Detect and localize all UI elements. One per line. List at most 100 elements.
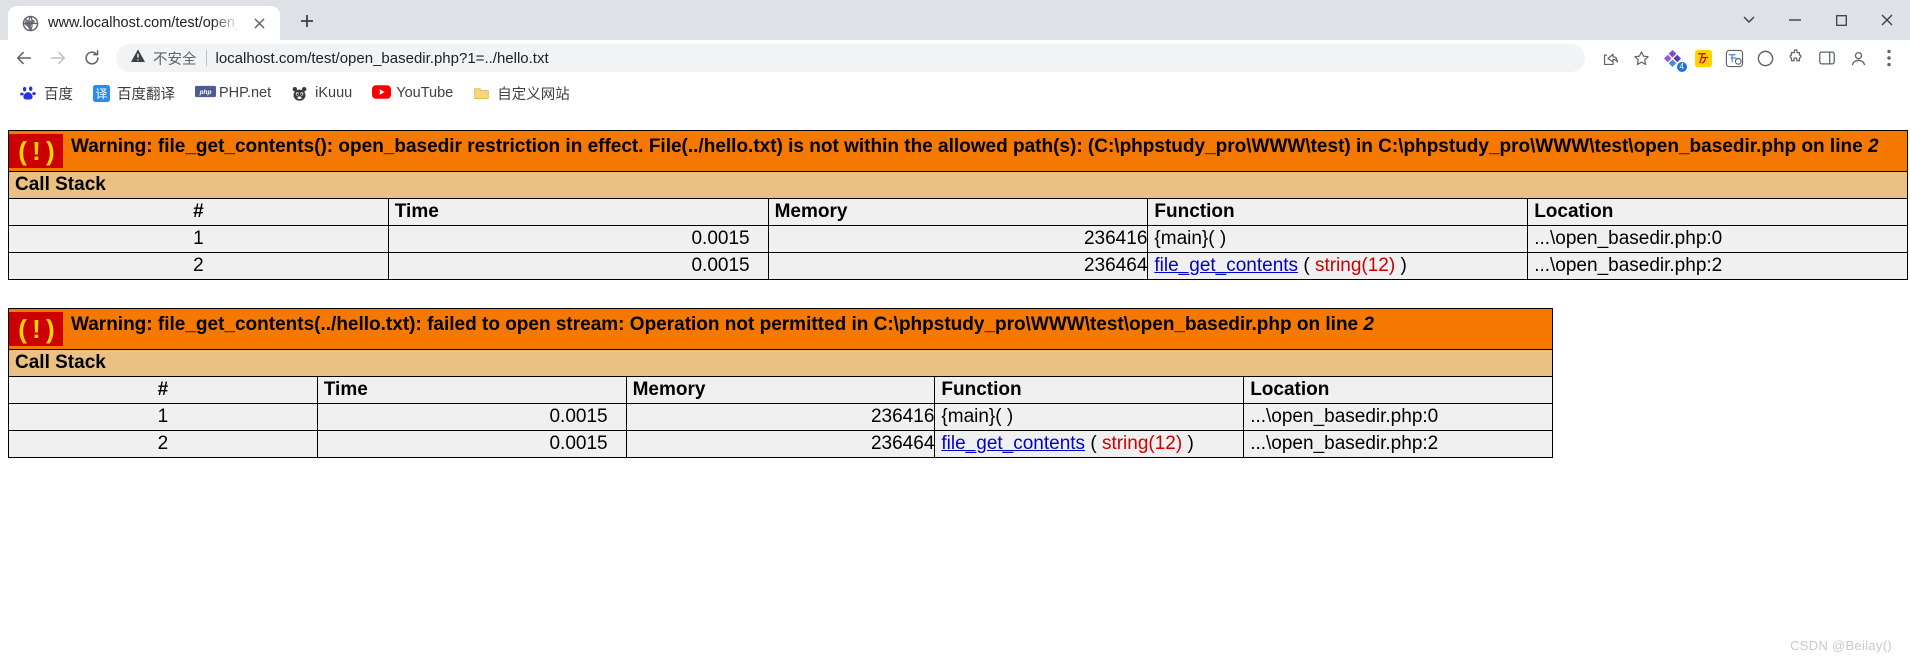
error-message-text: Warning: file_get_contents(): open_based… <box>71 136 1868 157</box>
row-function: {main}( ) <box>1147 225 1529 253</box>
error-line-number: 2 <box>1867 136 1879 157</box>
translate-extension-icon[interactable] <box>1719 43 1749 73</box>
navigation-toolbar: 不安全 localhost.com/test/open_basedir.php?… <box>0 40 1910 76</box>
row-num: 1 <box>8 403 318 431</box>
folder-icon <box>473 85 490 102</box>
row-memory: 236464 <box>767 252 1149 280</box>
error-header-row: ( ! ) Warning: file_get_contents(): open… <box>8 130 1908 172</box>
callstack-title: Call Stack <box>8 349 1553 377</box>
bookmark-item-baidu-fanyi[interactable]: 译 百度翻译 <box>85 79 183 108</box>
col-header-function: Function <box>934 376 1245 404</box>
row-location: ...\open_basedir.php:2 <box>1243 430 1553 458</box>
bookmark-label: PHP.net <box>219 85 272 101</box>
callstack-title-row: Call Stack <box>8 171 1908 199</box>
side-panel-icon[interactable] <box>1812 43 1842 73</box>
back-icon[interactable] <box>8 42 40 74</box>
row-time: 0.0015 <box>316 403 627 431</box>
row-num: 2 <box>8 252 389 280</box>
table-row: 1 0.0015 236416 {main}( ) ...\open_based… <box>8 403 1553 431</box>
minimize-button[interactable] <box>1772 0 1818 40</box>
maximize-button[interactable] <box>1818 0 1864 40</box>
table-row: 1 0.0015 236416 {main}( ) ...\open_based… <box>8 225 1908 253</box>
new-tab-button[interactable] <box>290 4 324 38</box>
row-function: {main}( ) <box>934 403 1245 431</box>
function-arg: string(12) <box>1314 255 1396 276</box>
php-icon: php <box>195 85 216 102</box>
bookmark-star-icon[interactable] <box>1626 43 1656 73</box>
row-location: ...\open_basedir.php:0 <box>1243 403 1553 431</box>
table-row: 2 0.0015 236464 file_get_contents ( stri… <box>8 430 1553 458</box>
error-header-row: ( ! ) Warning: file_get_contents(../hell… <box>8 308 1553 350</box>
extension-colorful-icon[interactable]: 4 <box>1657 43 1687 73</box>
extension-yellow-icon[interactable] <box>1688 43 1718 73</box>
browser-menu-icon[interactable] <box>1874 43 1904 73</box>
bookmark-label: YouTube <box>396 85 454 101</box>
not-secure-label: 不安全 <box>153 51 197 68</box>
chevron-down-icon[interactable] <box>1726 0 1772 40</box>
function-paren-open: ( <box>1085 433 1102 454</box>
table-row: 2 0.0015 236464 file_get_contents ( stri… <box>8 252 1908 280</box>
error-message: Warning: file_get_contents(): open_based… <box>71 134 1885 159</box>
bookmark-label: 百度翻译 <box>117 86 175 103</box>
row-memory: 236416 <box>625 403 936 431</box>
row-num: 1 <box>8 225 389 253</box>
window-controls <box>1726 0 1910 40</box>
row-function: file_get_contents ( string(12) ) <box>1147 252 1529 280</box>
profile-icon[interactable] <box>1843 43 1873 73</box>
function-arg: string(12) <box>1101 433 1183 454</box>
function-paren-close: ) <box>1395 255 1407 276</box>
function-link[interactable]: file_get_contents <box>941 433 1085 454</box>
bookmarks-bar: 百度 译 百度翻译 php PHP.net iKuuu YouTube 自定义网… <box>0 76 1910 110</box>
watermark: CSDN @Beilay() <box>1790 638 1892 653</box>
error-message: Warning: file_get_contents(../hello.txt)… <box>71 312 1380 337</box>
bookmark-item-baidu[interactable]: 百度 <box>12 79 81 108</box>
bookmark-folder-custom-sites[interactable]: 自定义网站 <box>465 79 578 108</box>
close-window-button[interactable] <box>1864 0 1910 40</box>
close-icon[interactable] <box>248 12 270 34</box>
svg-text:php: php <box>199 88 212 95</box>
reload-icon[interactable] <box>76 42 108 74</box>
col-header-location: Location <box>1243 376 1553 404</box>
bookmark-label: iKuuu <box>315 85 353 101</box>
error-line-number: 2 <box>1363 314 1374 335</box>
bookmark-item-php-net[interactable]: php PHP.net <box>187 81 279 106</box>
url-text: localhost.com/test/open_basedir.php?1=..… <box>215 49 549 67</box>
warning-icon: ( ! ) <box>9 312 63 346</box>
col-header-num: # <box>8 198 389 226</box>
col-header-time: Time <box>316 376 627 404</box>
circle-extension-icon[interactable] <box>1750 43 1780 73</box>
omnibox-divider <box>205 50 207 66</box>
bookmark-item-youtube[interactable]: YouTube <box>364 81 461 106</box>
globe-icon <box>22 15 39 32</box>
toolbar-right-actions: 4 <box>1595 43 1904 73</box>
row-time: 0.0015 <box>316 430 627 458</box>
col-header-num: # <box>8 376 318 404</box>
function-paren-open: ( <box>1298 255 1315 276</box>
bookmark-item-ikuuu[interactable]: iKuuu <box>283 81 360 106</box>
ikuuu-icon <box>291 85 308 102</box>
error-header-cell: ( ! ) Warning: file_get_contents(): open… <box>8 130 1908 172</box>
address-bar[interactable]: 不安全 localhost.com/test/open_basedir.php?… <box>116 44 1585 72</box>
col-header-time: Time <box>387 198 769 226</box>
svg-text:译: 译 <box>96 86 108 100</box>
bookmark-label: 百度 <box>44 86 73 103</box>
function-link[interactable]: file_get_contents <box>1154 255 1298 276</box>
baidu-fanyi-icon: 译 <box>93 84 110 102</box>
xdebug-error-block-2: ( ! ) Warning: file_get_contents(../hell… <box>8 308 1553 458</box>
extensions-puzzle-icon[interactable] <box>1781 43 1811 73</box>
warning-icon: ( ! ) <box>9 134 63 168</box>
row-time: 0.0015 <box>387 252 769 280</box>
browser-tab[interactable]: www.localhost.com/test/open_ <box>8 6 280 40</box>
youtube-icon <box>372 84 392 102</box>
not-secure-warning-icon[interactable] <box>130 48 146 69</box>
row-num: 2 <box>8 430 318 458</box>
extension-badge-count: 4 <box>1676 62 1687 72</box>
forward-icon[interactable] <box>42 42 74 74</box>
row-memory: 236416 <box>767 225 1149 253</box>
share-icon[interactable] <box>1595 43 1625 73</box>
tab-title: www.localhost.com/test/open_ <box>48 15 239 31</box>
function-paren-close: ) <box>1182 433 1194 454</box>
callstack-title-row: Call Stack <box>8 349 1553 377</box>
error-message-text: Warning: file_get_contents(../hello.txt)… <box>71 314 1364 335</box>
row-location: ...\open_basedir.php:0 <box>1527 225 1908 253</box>
